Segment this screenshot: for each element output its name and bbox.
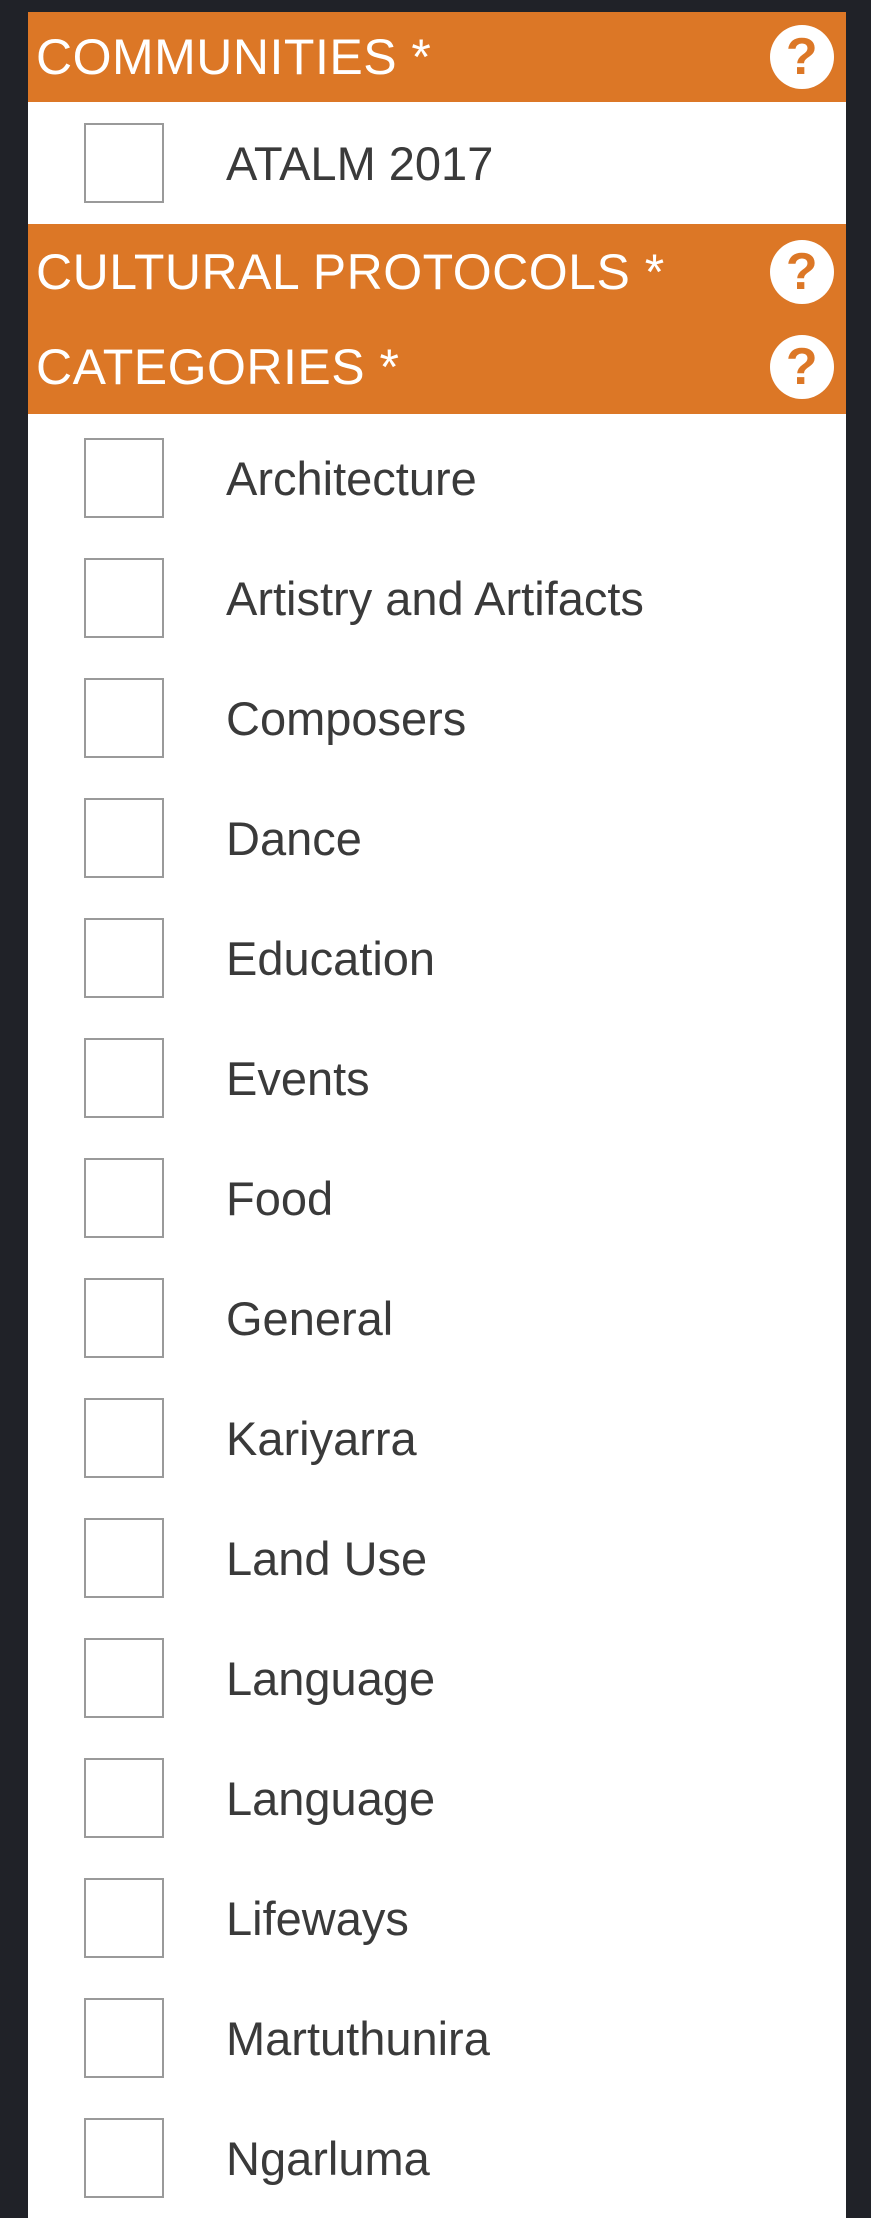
checkbox[interactable] [84, 1878, 164, 1958]
category-label: Events [226, 1051, 370, 1105]
category-label: Kariyarra [226, 1411, 417, 1465]
checkbox[interactable] [84, 2118, 164, 2198]
category-label: Language [226, 1651, 436, 1705]
categories-header: CATEGORIES * ? [28, 319, 846, 414]
category-item[interactable]: Language [28, 1738, 846, 1858]
checkbox[interactable] [84, 678, 164, 758]
category-label: Composers [226, 691, 467, 745]
category-item[interactable]: Architecture [28, 418, 846, 538]
category-item[interactable]: Kariyarra [28, 1378, 846, 1498]
category-item[interactable]: Composers [28, 658, 846, 778]
category-label: Language [226, 1771, 436, 1825]
category-item[interactable]: Ngarluma [28, 2098, 846, 2218]
categories-title: CATEGORIES * [36, 338, 400, 395]
category-label: Martuthunira [226, 2011, 490, 2065]
category-label: Architecture [226, 451, 477, 505]
checkbox[interactable] [84, 1998, 164, 2078]
checkbox[interactable] [84, 558, 164, 638]
category-label: Education [226, 931, 436, 985]
checkbox[interactable] [84, 798, 164, 878]
category-item[interactable]: Language [28, 1618, 846, 1738]
categories-help-icon[interactable]: ? [770, 334, 834, 399]
checkbox[interactable] [84, 123, 164, 203]
category-item[interactable]: Land Use [28, 1498, 846, 1618]
categories-list: Architecture Artistry and Artifacts Comp… [28, 414, 846, 2218]
category-label: Artistry and Artifacts [226, 571, 644, 625]
category-label: Food [226, 1171, 334, 1225]
checkbox[interactable] [84, 1638, 164, 1718]
form-panel: COMMUNITIES * ? ATALM 2017 CULTURAL PROT… [28, 12, 846, 2218]
communities-header: COMMUNITIES * ? [28, 12, 846, 102]
category-label: Land Use [226, 1531, 428, 1585]
category-item[interactable]: Events [28, 1018, 846, 1138]
communities-title: COMMUNITIES * [36, 29, 432, 85]
cultural-protocols-help-icon[interactable]: ? [770, 239, 834, 304]
cultural-protocols-header: CULTURAL PROTOCOLS * ? [28, 224, 846, 319]
checkbox[interactable] [84, 1278, 164, 1358]
checkbox[interactable] [84, 438, 164, 518]
checkbox[interactable] [84, 1398, 164, 1478]
community-label: ATALM 2017 [226, 136, 494, 190]
category-item[interactable]: Education [28, 898, 846, 1018]
category-item[interactable]: Lifeways [28, 1858, 846, 1978]
communities-list: ATALM 2017 [28, 102, 846, 224]
category-label: Dance [226, 811, 362, 865]
category-item[interactable]: Martuthunira [28, 1978, 846, 2098]
checkbox[interactable] [84, 1518, 164, 1598]
cultural-protocols-title: CULTURAL PROTOCOLS * [36, 243, 665, 300]
checkbox[interactable] [84, 1158, 164, 1238]
checkbox[interactable] [84, 918, 164, 998]
category-label: General [226, 1291, 394, 1345]
category-item[interactable]: General [28, 1258, 846, 1378]
category-item[interactable]: Dance [28, 778, 846, 898]
communities-help-icon[interactable]: ? [770, 25, 834, 89]
community-item-atalm-2017[interactable]: ATALM 2017 [28, 102, 846, 224]
category-label: Lifeways [226, 1891, 409, 1945]
category-item[interactable]: Food [28, 1138, 846, 1258]
checkbox[interactable] [84, 1038, 164, 1118]
category-item[interactable]: Artistry and Artifacts [28, 538, 846, 658]
category-label: Ngarluma [226, 2131, 430, 2185]
checkbox[interactable] [84, 1758, 164, 1838]
